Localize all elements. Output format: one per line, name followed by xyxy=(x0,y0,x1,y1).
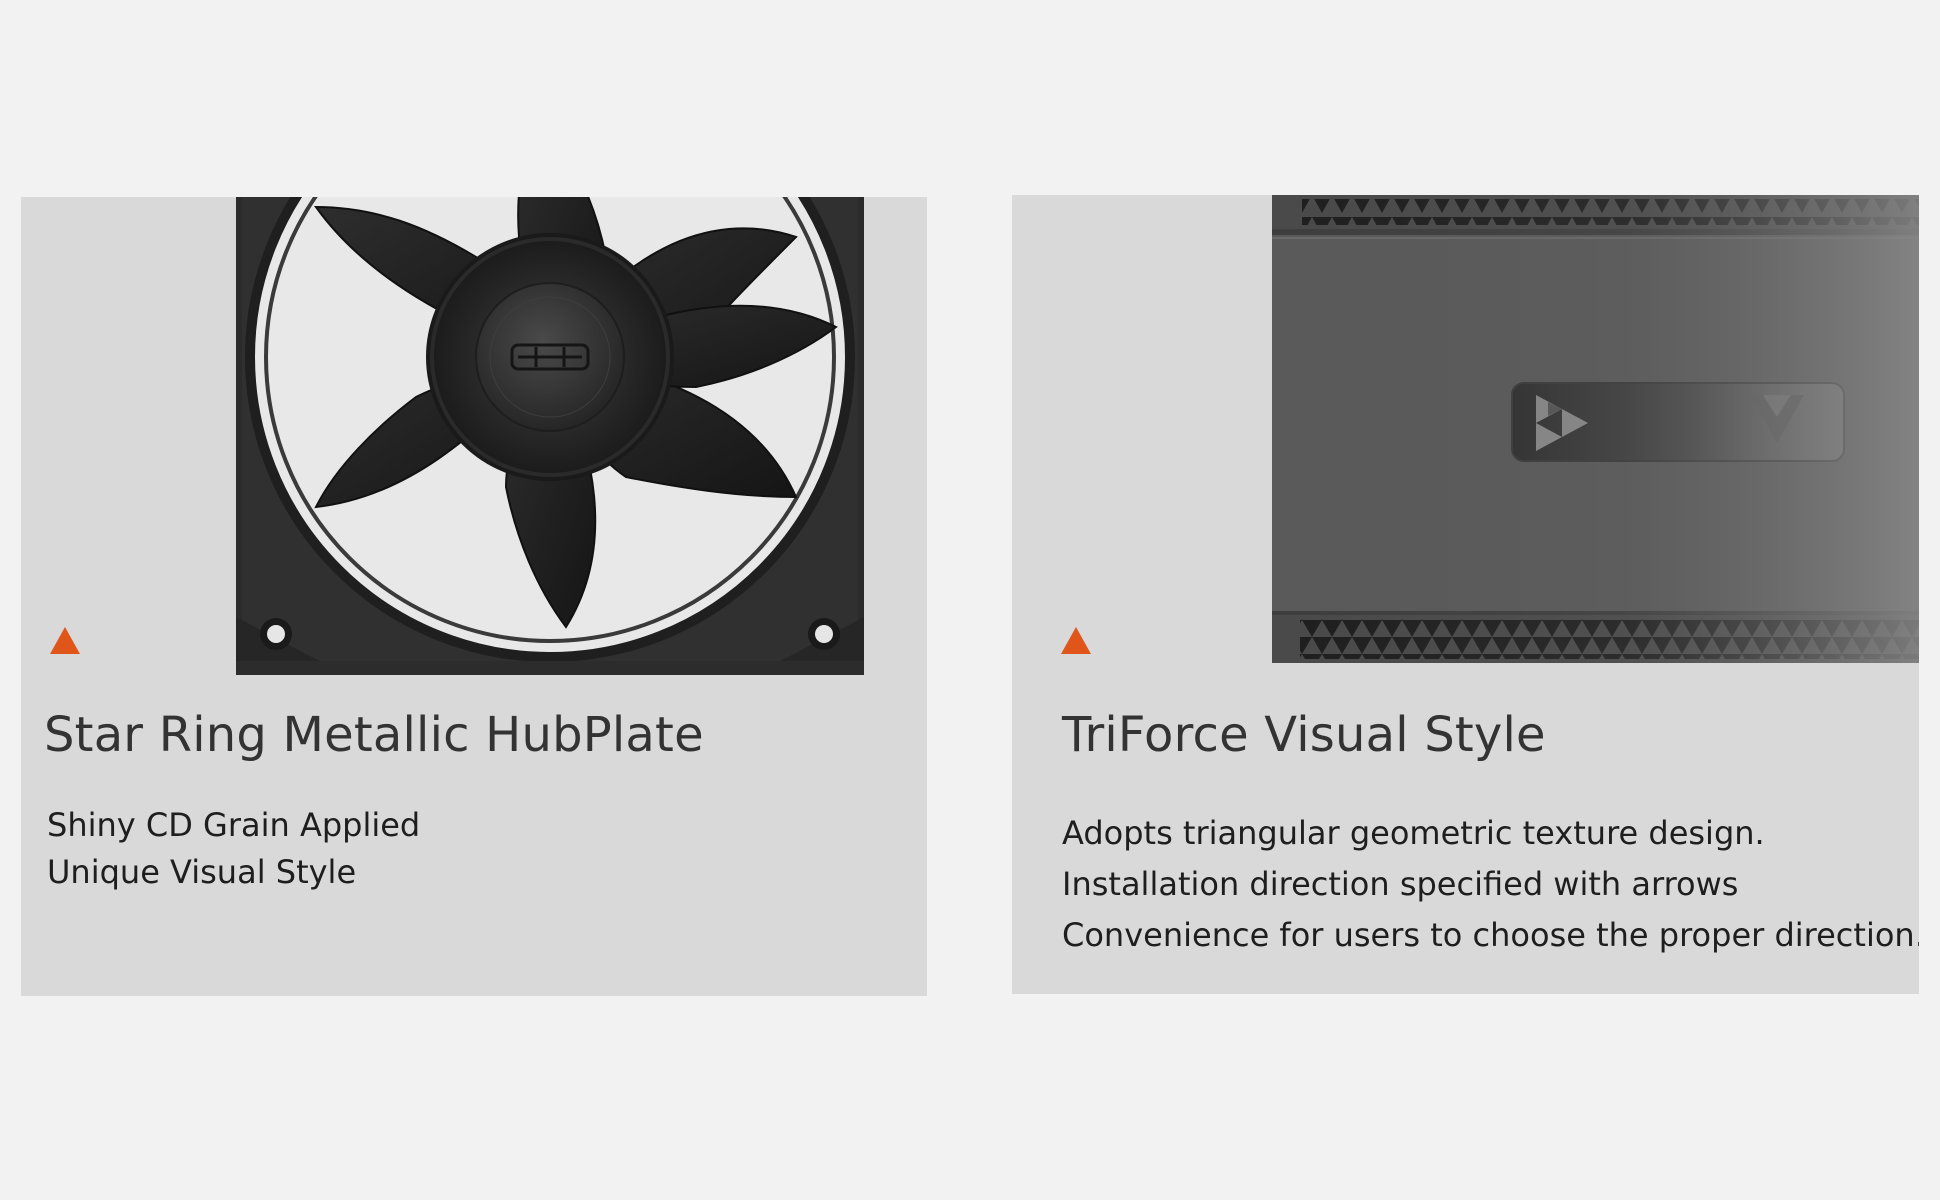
description-line: Installation direction specified with ar… xyxy=(1062,865,1739,903)
fan-hubplate-image xyxy=(236,197,864,675)
description-line: Convenience for users to choose the prop… xyxy=(1062,916,1919,954)
description-line: Adopts triangular geometric texture desi… xyxy=(1062,814,1765,852)
feature-card-triforce: TriForce Visual Style Adopts triangular … xyxy=(1012,195,1919,994)
card-description: Shiny CD Grain Applied Unique Visual Sty… xyxy=(47,802,420,896)
fan-frame-texture-image xyxy=(1272,195,1919,663)
description-line: Shiny CD Grain Applied xyxy=(47,806,421,844)
triangle-icon xyxy=(50,627,80,654)
feature-card-hubplate: Star Ring Metallic HubPlate Shiny CD Gra… xyxy=(21,197,927,996)
card-title: Star Ring Metallic HubPlate xyxy=(44,707,704,763)
triangle-icon xyxy=(1061,627,1091,654)
description-line: Unique Visual Style xyxy=(47,853,357,891)
card-description: Adopts triangular geometric texture desi… xyxy=(1062,808,1919,961)
card-title: TriForce Visual Style xyxy=(1062,707,1546,763)
